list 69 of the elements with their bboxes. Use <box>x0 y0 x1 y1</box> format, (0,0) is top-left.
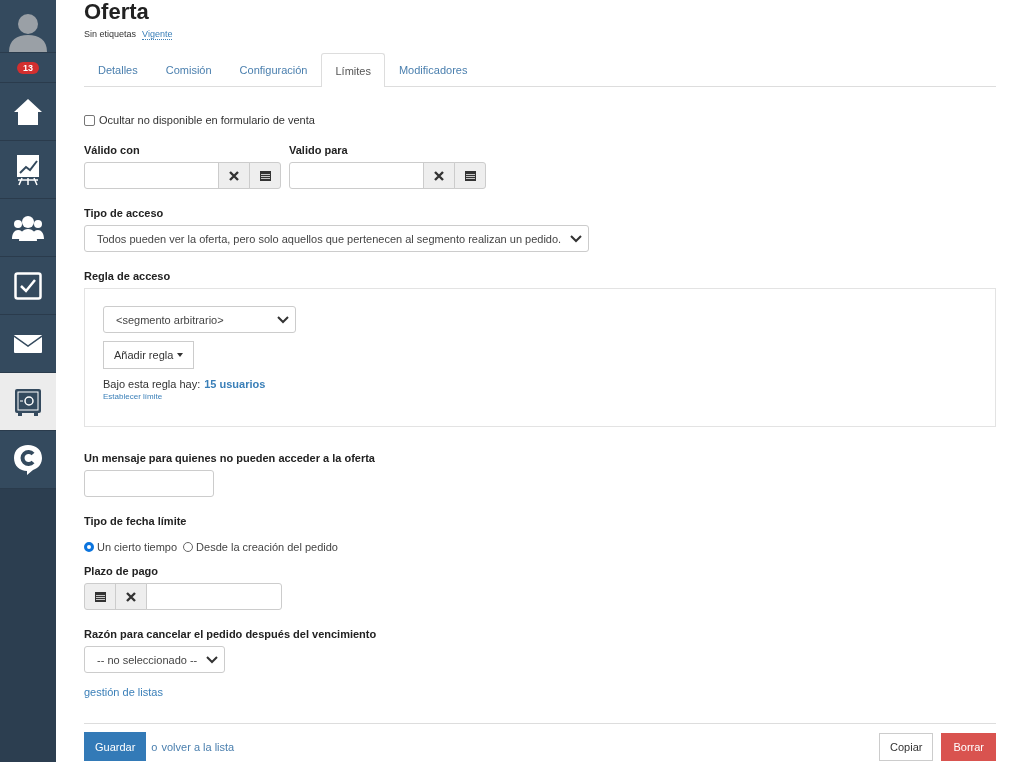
page-title: Oferta <box>84 0 149 24</box>
calendar-button[interactable] <box>454 162 486 189</box>
delete-button[interactable]: Borrar <box>941 732 996 761</box>
home-icon <box>13 96 43 127</box>
caret-icon <box>177 353 184 357</box>
checkbox-icon <box>14 271 42 300</box>
status-link[interactable]: Vigente <box>142 29 173 40</box>
clear-button[interactable] <box>218 162 250 189</box>
field-label: Regla de acceso <box>84 270 172 282</box>
calendar-icon <box>464 170 476 181</box>
clear-icon <box>434 170 444 181</box>
clear-icon <box>229 170 239 181</box>
radio-option[interactable]: Desde la creación del pedido <box>183 541 338 553</box>
tab[interactable]: Detalles <box>84 53 152 86</box>
nav-item[interactable] <box>0 373 56 431</box>
field-label: Tipo de acceso <box>84 207 165 219</box>
copy-button[interactable]: Copiar <box>879 732 934 761</box>
users-link[interactable]: 15 usuarios <box>204 378 266 390</box>
nav-item[interactable] <box>0 257 56 315</box>
date-input[interactable] <box>84 162 219 189</box>
checkbox[interactable] <box>84 114 95 126</box>
date-input[interactable] <box>146 583 282 610</box>
people-icon <box>12 214 44 241</box>
nav-item[interactable] <box>0 431 56 489</box>
set-limit-link[interactable]: Establecer límite <box>103 392 163 401</box>
nav-item[interactable] <box>0 83 56 141</box>
mail-icon <box>14 334 42 353</box>
nav-item[interactable] <box>0 199 56 257</box>
list-management-link[interactable]: gestión de listas <box>84 686 163 698</box>
date-input[interactable] <box>289 162 424 189</box>
tags-label: Sin etiquetas <box>84 29 137 39</box>
clear-button[interactable] <box>115 583 147 610</box>
clear-button[interactable] <box>423 162 455 189</box>
add-rule-button[interactable]: Añadir regla <box>103 341 195 369</box>
clear-icon <box>126 591 136 602</box>
segment-select[interactable]: <segmento arbitrario> <box>103 306 296 333</box>
chevron-down-icon <box>277 315 289 324</box>
calendar-icon <box>94 591 106 602</box>
tab[interactable]: Comisión <box>151 53 226 86</box>
radio-button[interactable] <box>84 542 94 552</box>
chat-logo-icon <box>13 443 43 476</box>
tab[interactable]: Configuración <box>225 53 322 86</box>
field-label: Válido con <box>84 144 141 156</box>
chart-board-icon <box>16 153 40 186</box>
or-text: o <box>151 740 158 753</box>
field-label: Tipo de fecha límite <box>84 515 188 527</box>
field-label: Valido para <box>289 144 349 156</box>
tab[interactable]: Modificadores <box>384 53 482 86</box>
cancel-reason-select[interactable]: -- no seleccionado -- <box>84 646 225 673</box>
notification-badge: 13 <box>17 61 39 74</box>
checkbox-label: Ocultar no disponible en formulario de venta <box>99 114 315 126</box>
tab[interactable]: Límites <box>321 53 385 87</box>
back-link[interactable]: volver a la lista <box>161 740 235 753</box>
message-input[interactable] <box>84 470 214 497</box>
field-label: Un mensaje para quienes no pueden acceder a la oferta <box>84 452 376 464</box>
safe-icon <box>14 387 42 416</box>
radio-option[interactable]: Un cierto tiempo <box>84 541 178 553</box>
calendar-button[interactable] <box>249 162 281 189</box>
nav-item[interactable] <box>0 315 56 373</box>
nav-item[interactable] <box>0 141 56 199</box>
field-label: Plazo de pago <box>84 565 159 577</box>
save-button[interactable]: Guardar <box>84 732 147 761</box>
users-count-text: Bajo esta regla hay: <box>103 378 201 390</box>
chevron-down-icon <box>206 655 218 664</box>
calendar-icon <box>259 170 271 181</box>
access-type-select[interactable]: Todos pueden ver la oferta, pero solo aquellos que pertenecen al segmento realizan un pedido. <box>84 225 589 252</box>
field-label: Razón para cancelar el pedido después del vencimiento <box>84 628 378 640</box>
calendar-button[interactable] <box>84 583 116 610</box>
chevron-down-icon <box>570 234 582 243</box>
